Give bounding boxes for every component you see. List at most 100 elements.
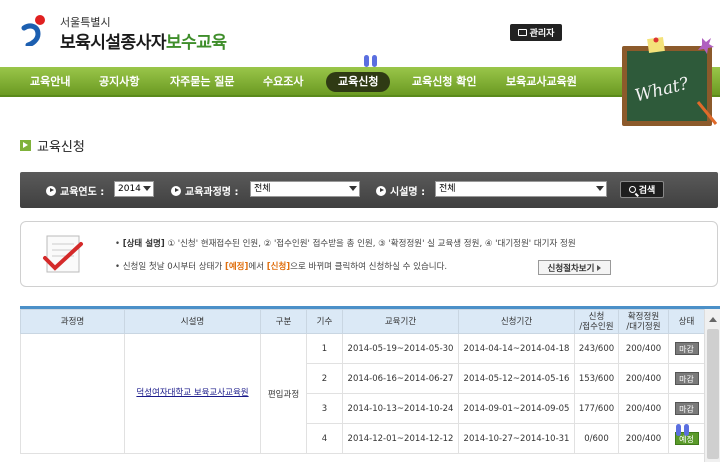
applicants-cell: 177/600 — [574, 393, 619, 424]
monitor-icon — [517, 29, 527, 36]
status-cell: 마감 — [668, 363, 705, 394]
status-description: • [상태 설명] ① '신청' 현재접수된 인원, ② '접수인원' 접수받을… — [115, 239, 576, 249]
admin-label: 관리자 — [529, 29, 555, 39]
status-badge[interactable]: 마감 — [674, 402, 699, 415]
chevron-down-icon — [349, 186, 357, 191]
arrow-bullet-icon — [376, 185, 386, 196]
session-cell: 4 — [306, 423, 343, 454]
status-badge[interactable]: 마감 — [674, 342, 699, 355]
checklist-icon — [43, 235, 83, 273]
status-cell: 마감 — [668, 393, 705, 424]
apply-notice-c: 에서 — [248, 262, 267, 272]
chevron-down-icon — [143, 186, 151, 191]
nav-item-notice[interactable]: 공지사항 — [99, 67, 139, 97]
apply-notice: • 신청일 첫날 0시부터 상태가 [예정]에서 [신청]으로 바뀌며 클릭하여… — [115, 262, 448, 272]
facility-select[interactable]: 전체 — [435, 181, 607, 197]
bunny-ears-icon — [676, 424, 690, 436]
edu-period-cell: 2014-06-16~2014-06-27 — [342, 363, 459, 394]
admin-button[interactable]: 관리자 — [510, 24, 562, 41]
logo-icon — [21, 15, 45, 46]
apply-period-cell: 2014-09-01~2014-09-05 — [458, 393, 575, 424]
apply-notice-b: [예정] — [224, 262, 249, 272]
arrow-bullet-icon — [46, 185, 56, 196]
quota-cell: 200/400 — [618, 393, 669, 424]
page-title: 교육신청 — [20, 136, 85, 155]
quota-cell: 200/400 — [618, 333, 669, 364]
applicants-cell: 153/600 — [574, 363, 619, 394]
course-table: 과정명 시설명 구분 기수 교육기간 신청기간 신청 /접수인원 확정정원 /대… — [20, 306, 720, 462]
header-quota: 확정정원 /대기정원 — [618, 309, 669, 334]
nav-item-apply-check[interactable]: 교육신청 확인 — [412, 67, 477, 97]
nav-item-survey[interactable]: 수요조사 — [263, 67, 303, 97]
search-button-label: 검색 — [638, 186, 656, 196]
applicants-cell: 243/600 — [574, 333, 619, 364]
status-cell: 마감 — [668, 333, 705, 364]
course-label-text: 교육과정명 : — [185, 187, 239, 198]
site-logo[interactable]: 서울특별시 보육시설종사자보수교육 — [20, 12, 250, 53]
quota-cell: 200/400 — [618, 423, 669, 454]
category-cell: 편입과정 — [260, 333, 307, 454]
session-cell: 3 — [306, 393, 343, 424]
facility-value: 전체 — [439, 184, 456, 194]
year-label-text: 교육연도 : — [60, 187, 105, 198]
facility-cell: 덕성여자대학교 보육교사교육원 — [124, 333, 261, 454]
apply-period-cell: 2014-04-14~2014-04-18 — [458, 333, 575, 364]
table-row: 덕성여자대학교 보육교사교육원 편입과정 1 2014-05-19~2014-0… — [20, 333, 705, 454]
status-description-title: [상태 설명] — [122, 239, 165, 249]
quota-cell: 200/400 — [618, 363, 669, 394]
status-info-box: • [상태 설명] ① '신청' 현재접수된 인원, ② '접수인원' 접수받을… — [20, 221, 718, 287]
nav-item-education-info[interactable]: 교육안내 — [30, 67, 70, 97]
applicants-cell: 0/600 — [574, 423, 619, 454]
apply-notice-d: [신청] — [266, 262, 291, 272]
page-title-text: 교육신청 — [37, 140, 85, 155]
year-select[interactable]: 2014 — [114, 181, 154, 197]
header-facility: 시설명 — [124, 309, 261, 334]
main-nav: 교육안내 공지사항 자주묻는 질문 수요조사 교육신청 교육신청 확인 보육교사… — [0, 67, 720, 97]
header-edu-period: 교육기간 — [342, 309, 459, 334]
scroll-thumb[interactable] — [707, 329, 719, 459]
bunny-ears-icon — [364, 55, 378, 67]
course-label: 교육과정명 : — [171, 183, 238, 198]
apply-period-cell: 2014-10-27~2014-10-31 — [458, 423, 575, 454]
title-arrow-icon — [20, 140, 31, 151]
search-button[interactable]: 검색 — [620, 181, 664, 198]
nav-item-apply[interactable]: 교육신청 — [326, 72, 391, 92]
header-status: 상태 — [668, 309, 705, 334]
header-course: 과정명 — [20, 309, 125, 334]
edu-period-cell: 2014-10-13~2014-10-24 — [342, 393, 459, 424]
logo-title: 보육시설종사자보수교육 — [60, 28, 227, 53]
facility-label: 시설명 : — [376, 183, 425, 198]
status-badge[interactable]: 마감 — [674, 372, 699, 385]
apply-procedure-label: 신청절차보기 — [547, 263, 595, 274]
apply-period-cell: 2014-05-12~2014-05-16 — [458, 363, 575, 394]
nav-item-teacher-center[interactable]: 보육교사교육원 — [506, 67, 577, 97]
logo-title-main: 보육시설종사자 — [60, 33, 166, 53]
header-category: 구분 — [260, 309, 307, 334]
table-scrollbar[interactable] — [704, 309, 720, 462]
facility-link[interactable]: 덕성여자대학교 보육교사교육원 — [136, 388, 248, 398]
chalkboard-image: What? — [622, 36, 718, 126]
session-cell: 2 — [306, 363, 343, 394]
status-description-text: ① '신청' 현재접수된 인원, ② '접수인원' 접수받을 총 인원, ③ '… — [167, 239, 576, 249]
year-label: 교육연도 : — [46, 183, 104, 198]
chevron-down-icon — [596, 186, 604, 191]
header-session: 기수 — [306, 309, 343, 334]
logo-title-sub: 보수교육 — [165, 33, 227, 53]
session-cell: 1 — [306, 333, 343, 364]
arrow-bullet-icon — [171, 185, 181, 196]
edu-period-cell: 2014-12-01~2014-12-12 — [342, 423, 459, 454]
apply-notice-e: 으로 바뀌며 클릭하여 신청하실 수 있습니다. — [290, 262, 448, 272]
edu-period-cell: 2014-05-19~2014-05-30 — [342, 333, 459, 364]
search-filter-bar: 교육연도 : 2014 교육과정명 : 전체 시설명 : 전체 검색 — [20, 172, 718, 208]
scroll-up-icon[interactable] — [709, 317, 717, 322]
chevron-right-icon — [597, 264, 602, 271]
course-select[interactable]: 전체 — [250, 181, 360, 197]
year-value: 2014 — [118, 184, 141, 194]
header-apply-period: 신청기간 — [458, 309, 575, 334]
header-applicants: 신청 /접수인원 — [574, 309, 619, 334]
search-icon — [628, 186, 636, 193]
nav-item-faq[interactable]: 자주묻는 질문 — [170, 67, 235, 97]
facility-label-text: 시설명 : — [390, 187, 426, 198]
apply-procedure-button[interactable]: 신청절차보기 — [538, 260, 611, 275]
course-cell — [20, 333, 125, 454]
